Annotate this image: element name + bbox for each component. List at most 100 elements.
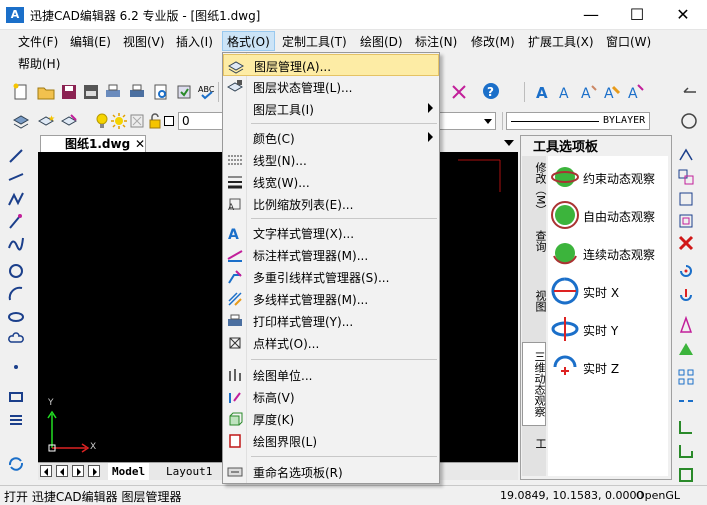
menu-window[interactable]: 窗口(W) [602,32,655,52]
layer-state-icon[interactable]: ★ [37,112,55,130]
renderer-indicator[interactable]: OpenGL [636,489,680,502]
hatch-icon[interactable] [7,410,25,428]
menu-help[interactable]: 帮助(H) [14,54,64,74]
array-icon[interactable] [677,368,695,386]
revision-cloud-icon[interactable] [7,330,25,348]
lock-icon[interactable] [146,112,164,130]
menu-modify[interactable]: 修改(M) [467,32,519,52]
layer-properties-icon[interactable] [12,112,30,130]
circle-tool-icon[interactable] [680,112,698,130]
spell-check-icon[interactable]: ABC [198,83,216,101]
palette-item-realtime-z[interactable]: 实时 Z [548,350,668,386]
menu-item-plot-style[interactable]: 打印样式管理(Y)... [223,310,439,332]
menu-file[interactable]: 文件(F) [14,32,62,52]
menu-item-thickness[interactable]: 厚度(K) [223,408,439,430]
trim-icon[interactable] [677,340,695,358]
bulb-icon[interactable] [93,112,111,130]
palette-tab-modify[interactable]: 修改（M） [522,162,547,216]
palette-item-free-orbit[interactable]: 自由动态观察 [548,198,668,234]
edit-text-icon[interactable]: A [580,83,598,101]
menu-item-multileader-style[interactable]: 多重引线样式管理器(S)... [223,266,439,288]
arc-icon[interactable] [7,285,25,303]
next-tab-button[interactable] [72,465,84,477]
text-style-icon[interactable]: A [534,83,552,101]
menu-item-layer-manager[interactable]: 图层管理(A)... [223,54,439,76]
arrow-left-icon[interactable] [680,83,698,101]
construction-line-icon[interactable] [7,168,25,186]
palette-tab-tools[interactable]: 工 [522,436,547,450]
menu-extended-tools[interactable]: 扩展工具(X) [524,32,598,52]
rotate-icon[interactable] [677,262,695,280]
scale-icon[interactable] [677,286,695,304]
menu-dimension[interactable]: 标注(N) [411,32,461,52]
menu-item-drawing-units[interactable]: 绘图单位... [223,364,439,386]
close-tab-icon[interactable]: ✕ [135,136,145,153]
explode-icon[interactable] [677,466,695,484]
freeze-viewport-icon[interactable] [128,112,146,130]
text-icon[interactable]: A [557,83,575,101]
print-preview-icon[interactable] [152,83,170,101]
stretch-icon[interactable] [677,316,695,334]
layer-previous-icon[interactable] [60,112,78,130]
point-icon[interactable] [7,358,25,376]
tab-model[interactable]: Model [108,463,150,480]
new-file-icon[interactable] [12,83,30,101]
scale-text-icon[interactable]: A [627,83,645,101]
save-as-icon[interactable] [82,83,100,101]
last-tab-button[interactable] [88,465,100,477]
menu-item-point-style[interactable]: 点样式(O)... [223,332,439,354]
palette-tab-inquiry[interactable]: 查询 [522,226,547,256]
circle-icon[interactable] [7,262,25,280]
tab-drawing1[interactable]: 图纸1.dwg ✕ [40,135,146,153]
palette-item-realtime-y[interactable]: 实时 Y [548,312,668,348]
chevron-down-icon[interactable] [504,140,514,146]
copy-icon[interactable] [677,168,695,186]
menu-item-layer-state-manager[interactable]: 图层状态管理(L)... [223,76,439,98]
print-icon[interactable] [104,83,122,101]
palette-item-realtime-x[interactable]: 实时 X [548,274,668,310]
layer-off-icon[interactable] [450,83,468,101]
menu-edit[interactable]: 编辑(E) [66,32,115,52]
tab-layout1[interactable]: Layout1 [162,463,216,480]
help-icon[interactable]: ? [482,82,500,100]
first-tab-button[interactable] [40,465,52,477]
break-icon[interactable] [677,392,695,410]
fillet-icon[interactable] [677,442,695,460]
menu-item-lineweight[interactable]: 线宽(W)... [223,171,439,193]
rectangle-icon[interactable] [7,388,25,406]
palette-tab-3d-orbit[interactable]: 三维动态观察 [522,342,546,426]
offset-icon[interactable] [677,212,695,230]
palette-item-constrained-orbit[interactable]: 约束动态观察 [548,160,668,196]
close-button[interactable]: ✕ [660,0,706,30]
delete-icon[interactable] [677,234,695,252]
erase-icon[interactable] [677,146,695,164]
menu-item-color[interactable]: 颜色(C) [223,127,439,149]
menu-view[interactable]: 视图(V) [119,32,169,52]
save-icon[interactable] [60,83,78,101]
chamfer-icon[interactable] [677,418,695,436]
spline-icon[interactable] [7,234,25,252]
refresh-icon[interactable] [7,455,25,473]
linetype-dropdown[interactable]: BYLAYER [506,112,650,130]
maximize-button[interactable]: ☐ [614,0,660,30]
mirror-icon[interactable] [677,190,695,208]
polyline-icon[interactable] [7,190,25,208]
menu-insert[interactable]: 插入(I) [172,32,217,52]
menu-item-text-style[interactable]: A 文字样式管理(X)... [223,222,439,244]
menu-item-rename-palette[interactable]: 重命名选项板(R) [223,461,439,483]
ellipse-icon[interactable] [7,308,25,326]
minimize-button[interactable]: — [568,0,614,30]
prev-tab-button[interactable] [56,465,68,477]
menu-draw[interactable]: 绘图(D) [356,32,407,52]
menu-format[interactable]: 格式(O) [222,31,275,51]
menu-item-multiline-style[interactable]: 多线样式管理器(M)... [223,288,439,310]
menu-item-elevation[interactable]: 标高(V) [223,386,439,408]
ray-icon[interactable] [7,212,25,230]
sun-icon[interactable] [110,112,128,130]
menu-item-layer-tools[interactable]: 图层工具(I) [223,98,439,120]
menu-custom-tools[interactable]: 定制工具(T) [278,32,351,52]
line-icon[interactable] [7,147,25,165]
menu-item-linetype[interactable]: 线型(N)... [223,149,439,171]
palette-item-continuous-orbit[interactable]: 连续动态观察 [548,236,668,272]
menu-item-drawing-limits[interactable]: 绘图界限(L) [223,430,439,452]
